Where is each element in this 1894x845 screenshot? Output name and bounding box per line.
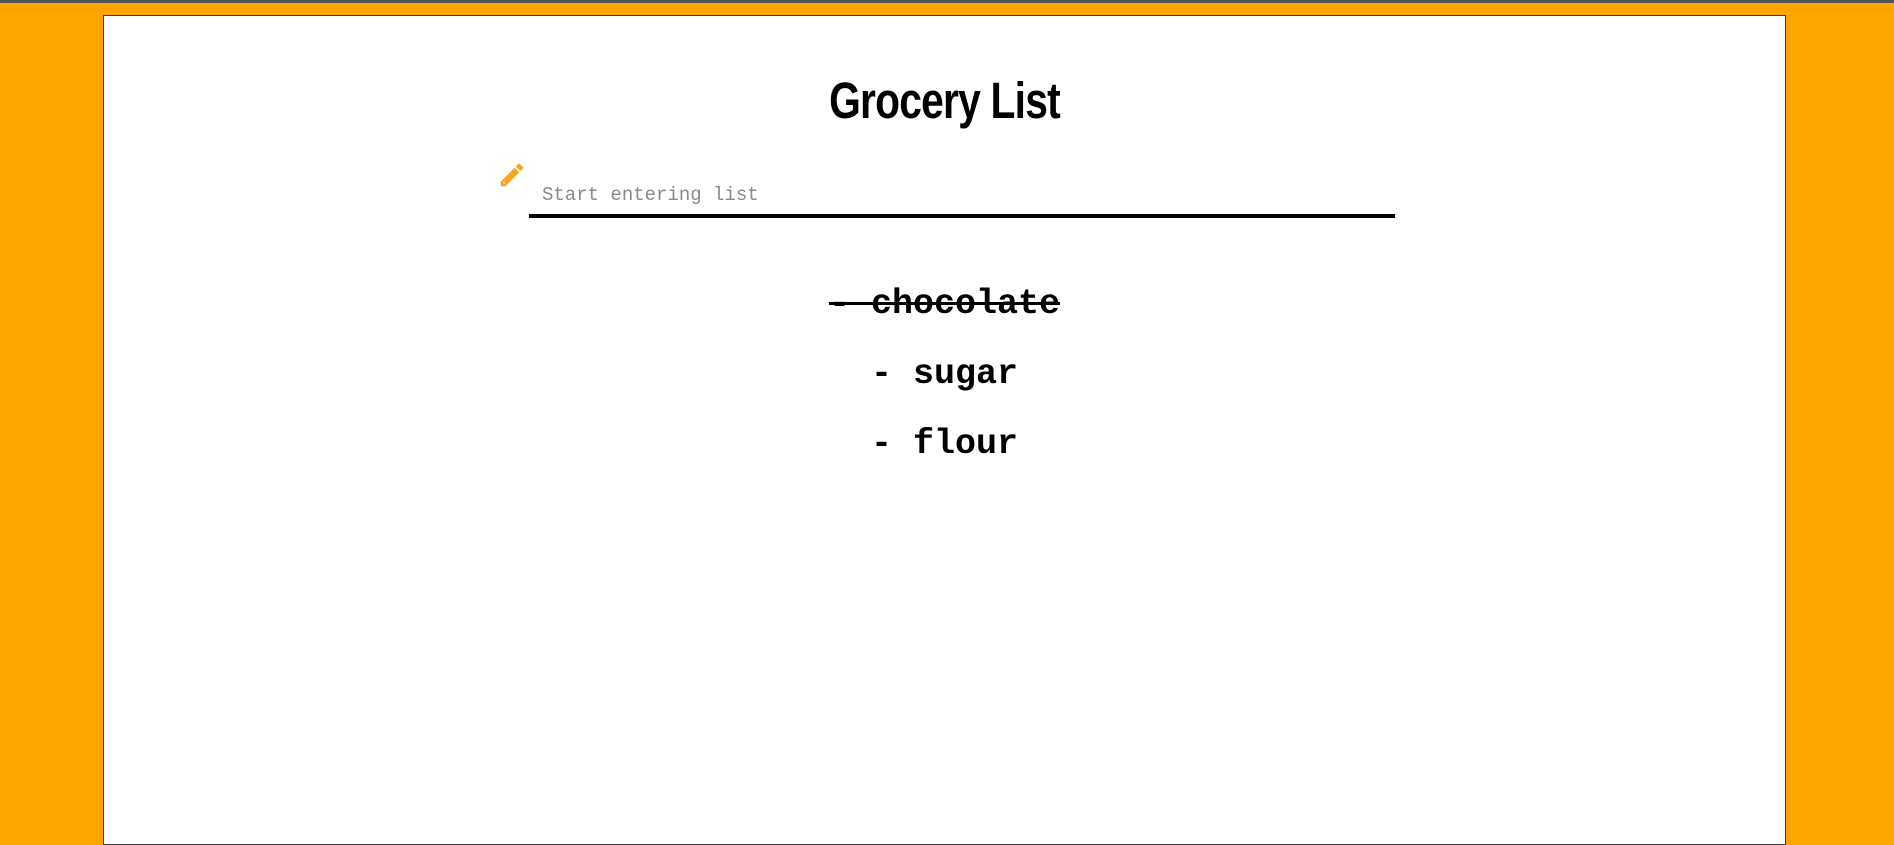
list-item[interactable]: - chocolate xyxy=(104,269,1785,339)
grocery-list: - chocolate - sugar - flour xyxy=(104,269,1785,479)
list-card: Grocery List - chocolate - sugar - flour xyxy=(103,15,1786,845)
list-item[interactable]: - flour xyxy=(104,409,1785,479)
pencil-icon xyxy=(497,160,527,190)
page-title: Grocery List xyxy=(829,72,1061,129)
window-top-strip xyxy=(0,0,1894,3)
list-item[interactable]: - sugar xyxy=(104,339,1785,409)
list-entry-input[interactable] xyxy=(529,176,1395,218)
